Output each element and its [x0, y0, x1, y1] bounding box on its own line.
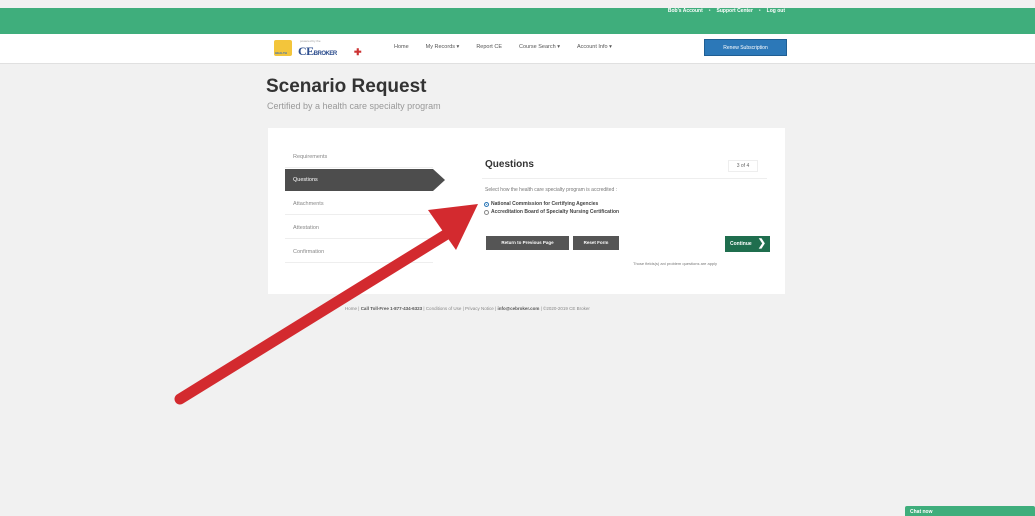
arrow-shaft [174, 223, 461, 405]
chat-now-tab[interactable]: Chat now [905, 506, 1035, 516]
chat-label: Chat now [910, 509, 933, 515]
red-arrow-annotation [174, 204, 478, 405]
